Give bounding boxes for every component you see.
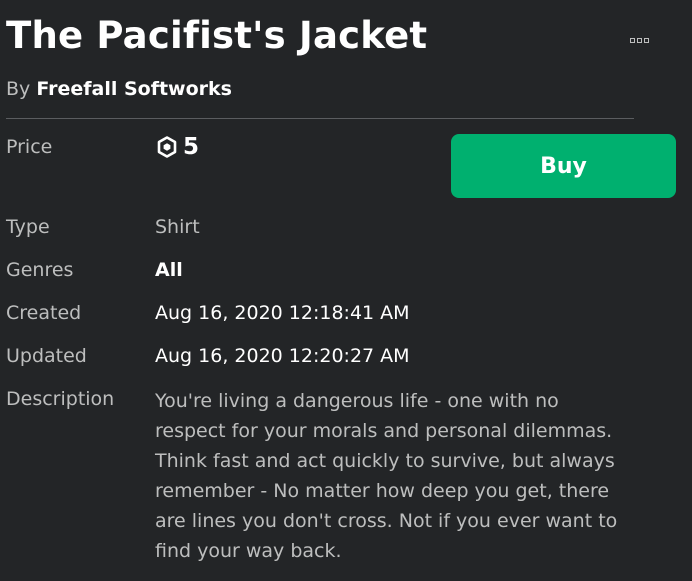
divider (6, 118, 634, 119)
description-line: are lines you don't cross. Not if you ev… (155, 510, 618, 532)
description-line: You're living a dangerous life - one wit… (155, 390, 559, 412)
price-value: 5 (157, 134, 199, 160)
description-line: find your way back. (155, 540, 342, 562)
genres-value[interactable]: All (155, 259, 183, 281)
created-label: Created (6, 302, 82, 324)
item-details-page: The Pacifist's Jacket By Freefall Softwo… (0, 0, 692, 581)
created-value: Aug 16, 2020 12:18:41 AM (155, 302, 410, 324)
robux-icon (157, 136, 177, 158)
updated-value: Aug 16, 2020 12:20:27 AM (155, 345, 410, 367)
more-options-icon[interactable] (630, 38, 649, 43)
creator-link[interactable]: Freefall Softworks (36, 78, 232, 100)
price-label: Price (6, 136, 53, 158)
description-line: remember - No matter how deep you get, t… (155, 480, 610, 502)
description-line: respect for your morals and personal dil… (155, 420, 613, 442)
more-options-dot (644, 38, 649, 43)
description-label: Description (6, 388, 115, 410)
by-label: By (6, 78, 31, 100)
more-options-dot (630, 38, 635, 43)
price-amount: 5 (183, 134, 200, 160)
updated-label: Updated (6, 345, 87, 367)
creator-byline: By Freefall Softworks (6, 78, 232, 100)
buy-button[interactable]: Buy (451, 134, 676, 198)
type-label: Type (6, 216, 50, 238)
more-options-dot (637, 38, 642, 43)
type-value: Shirt (155, 216, 200, 238)
description-line: Think fast and act quickly to survive, b… (155, 450, 615, 472)
genres-label: Genres (6, 259, 74, 281)
description-text: You're living a dangerous life - one wit… (155, 386, 685, 566)
item-title: The Pacifist's Jacket (6, 14, 428, 57)
